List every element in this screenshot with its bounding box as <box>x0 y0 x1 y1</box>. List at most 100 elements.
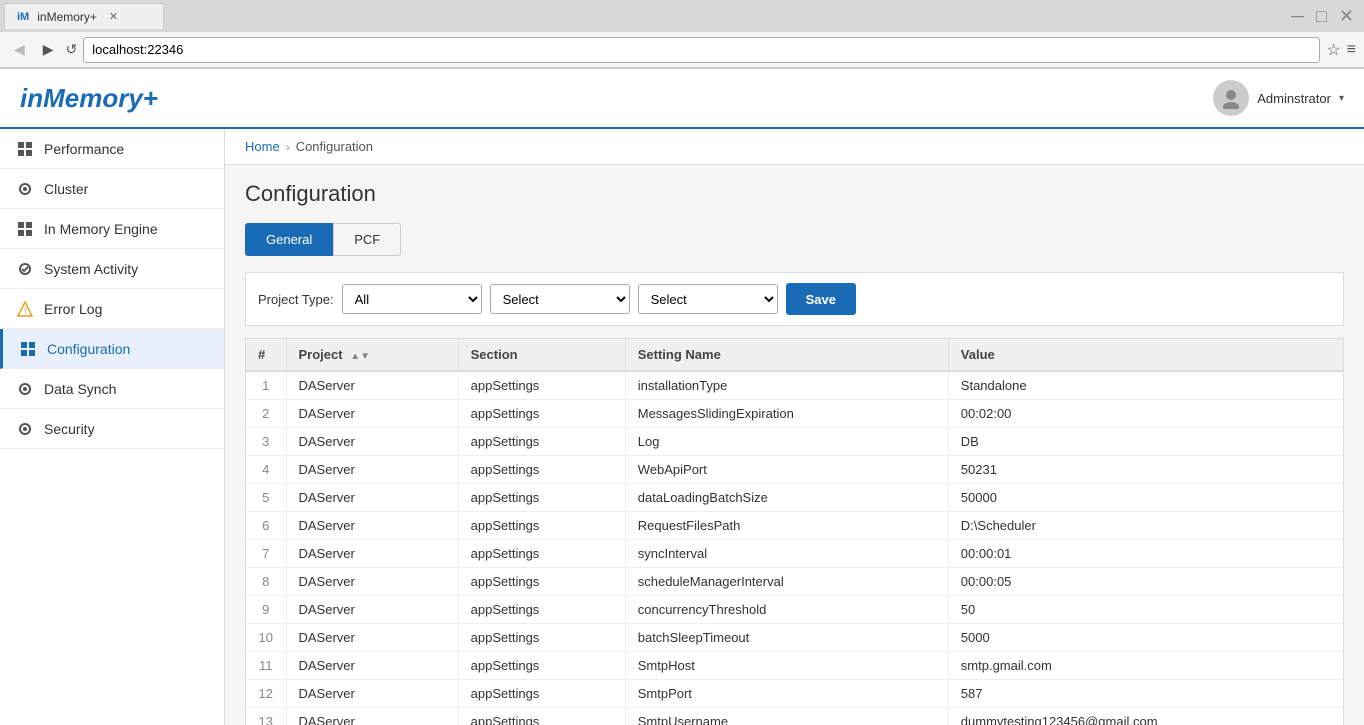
cell-value: 00:00:01 <box>948 540 1343 568</box>
cell-section: appSettings <box>458 456 625 484</box>
configuration-table[interactable]: # Project ▲▼ Section Setting Name Value … <box>245 338 1344 725</box>
select-filter-2[interactable]: Select <box>638 284 778 314</box>
cell-project: DAServer <box>286 596 458 624</box>
table-row[interactable]: 6 DAServer appSettings RequestFilesPath … <box>246 512 1343 540</box>
user-dropdown-arrow[interactable]: ▾ <box>1339 93 1344 104</box>
cell-setting-name: batchSleepTimeout <box>625 624 948 652</box>
table-row[interactable]: 4 DAServer appSettings WebApiPort 50231 <box>246 456 1343 484</box>
cell-section: appSettings <box>458 400 625 428</box>
cell-project: DAServer <box>286 680 458 708</box>
cell-section: appSettings <box>458 708 625 725</box>
cell-setting-name: RequestFilesPath <box>625 512 948 540</box>
app-logo: inMemory+ <box>20 83 158 114</box>
minimize-btn[interactable]: ─ <box>1285 6 1310 27</box>
cell-value: 5000 <box>948 624 1343 652</box>
cell-value: 00:00:05 <box>948 568 1343 596</box>
sidebar-item-cluster[interactable]: Cluster <box>0 169 224 209</box>
back-btn[interactable]: ◀ <box>8 39 31 60</box>
sidebar-item-data-synch[interactable]: Data Synch <box>0 369 224 409</box>
error-log-icon: ! <box>16 300 34 318</box>
browser-tab[interactable]: iM inMemory+ ✕ <box>4 3 164 29</box>
refresh-btn[interactable]: ↺ <box>66 41 78 58</box>
svg-text:!: ! <box>24 306 27 316</box>
cell-section: appSettings <box>458 624 625 652</box>
cell-num: 10 <box>246 624 286 652</box>
user-section: Adminstrator ▾ <box>1213 80 1344 116</box>
forward-btn[interactable]: ▶ <box>37 39 60 60</box>
col-project[interactable]: Project ▲▼ <box>286 339 458 371</box>
table-row[interactable]: 8 DAServer appSettings scheduleManagerIn… <box>246 568 1343 596</box>
tabs: General PCF <box>245 223 1344 256</box>
sidebar-item-label: Security <box>44 421 95 437</box>
table-row[interactable]: 2 DAServer appSettings MessagesSlidingEx… <box>246 400 1343 428</box>
page-content: Configuration General PCF Project Type: … <box>225 165 1364 725</box>
cell-value: 50231 <box>948 456 1343 484</box>
col-num: # <box>246 339 286 371</box>
tab-pcf[interactable]: PCF <box>333 223 401 256</box>
sidebar-item-performance[interactable]: Performance <box>0 129 224 169</box>
project-type-label: Project Type: <box>258 292 334 307</box>
sidebar-item-error-log[interactable]: ! Error Log <box>0 289 224 329</box>
cell-setting-name: scheduleManagerInterval <box>625 568 948 596</box>
table-row[interactable]: 11 DAServer appSettings SmtpHost smtp.gm… <box>246 652 1343 680</box>
browser-menu-btn[interactable]: ≡ <box>1347 41 1356 59</box>
data-synch-icon <box>16 380 34 398</box>
cell-project: DAServer <box>286 456 458 484</box>
close-window-btn[interactable]: ✕ <box>1333 6 1360 27</box>
cell-project: DAServer <box>286 708 458 725</box>
cell-num: 2 <box>246 400 286 428</box>
cell-section: appSettings <box>458 596 625 624</box>
user-name-label: Adminstrator <box>1257 91 1331 106</box>
cell-value: Standalone <box>948 371 1343 400</box>
tab-bar: iM inMemory+ ✕ ─ □ ✕ <box>0 0 1364 32</box>
cell-setting-name: dataLoadingBatchSize <box>625 484 948 512</box>
tab-title: inMemory+ <box>37 10 97 24</box>
address-bar[interactable] <box>83 37 1320 63</box>
col-value: Value <box>948 339 1343 371</box>
breadcrumb-current: Configuration <box>296 139 373 154</box>
breadcrumb-home[interactable]: Home <box>245 139 280 154</box>
cell-section: appSettings <box>458 512 625 540</box>
sidebar-item-in-memory-engine[interactable]: In Memory Engine <box>0 209 224 249</box>
save-button[interactable]: Save <box>786 283 856 315</box>
cell-section: appSettings <box>458 484 625 512</box>
avatar <box>1213 80 1249 116</box>
cell-section: appSettings <box>458 568 625 596</box>
cell-setting-name: SmtpPort <box>625 680 948 708</box>
page-title: Configuration <box>245 181 1344 207</box>
content-area: Home › Configuration Configuration Gener… <box>225 129 1364 725</box>
table-row[interactable]: 10 DAServer appSettings batchSleepTimeou… <box>246 624 1343 652</box>
browser-chrome: iM inMemory+ ✕ ─ □ ✕ ◀ ▶ ↺ ☆ ≡ <box>0 0 1364 69</box>
cell-section: appSettings <box>458 540 625 568</box>
cell-num: 1 <box>246 371 286 400</box>
tab-general[interactable]: General <box>245 223 333 256</box>
sidebar-item-configuration[interactable]: Configuration <box>0 329 224 369</box>
tab-close-btn[interactable]: ✕ <box>109 10 118 23</box>
cell-setting-name: concurrencyThreshold <box>625 596 948 624</box>
cell-num: 3 <box>246 428 286 456</box>
sidebar: Performance Cluster In Memory Engine Sys… <box>0 129 225 725</box>
table-row[interactable]: 5 DAServer appSettings dataLoadingBatchS… <box>246 484 1343 512</box>
table-row[interactable]: 7 DAServer appSettings syncInterval 00:0… <box>246 540 1343 568</box>
cell-section: appSettings <box>458 371 625 400</box>
cell-project: DAServer <box>286 652 458 680</box>
bookmark-btn[interactable]: ☆ <box>1326 40 1340 60</box>
project-type-select[interactable]: All <box>342 284 482 314</box>
sidebar-item-system-activity[interactable]: System Activity <box>0 249 224 289</box>
table-row[interactable]: 1 DAServer appSettings installationType … <box>246 371 1343 400</box>
col-setting-name: Setting Name <box>625 339 948 371</box>
cell-section: appSettings <box>458 428 625 456</box>
table-row[interactable]: 9 DAServer appSettings concurrencyThresh… <box>246 596 1343 624</box>
sidebar-item-label: System Activity <box>44 261 138 277</box>
main-layout: Performance Cluster In Memory Engine Sys… <box>0 129 1364 725</box>
table-row[interactable]: 3 DAServer appSettings Log DB <box>246 428 1343 456</box>
maximize-btn[interactable]: □ <box>1310 6 1333 27</box>
select-filter-1[interactable]: Select <box>490 284 630 314</box>
table-row[interactable]: 12 DAServer appSettings SmtpPort 587 <box>246 680 1343 708</box>
filter-row: Project Type: All Select Select Save <box>245 272 1344 326</box>
sidebar-item-security[interactable]: Security <box>0 409 224 449</box>
cell-project: DAServer <box>286 371 458 400</box>
table-row[interactable]: 13 DAServer appSettings SmtpUsername dum… <box>246 708 1343 725</box>
cell-num: 8 <box>246 568 286 596</box>
sidebar-item-label: Data Synch <box>44 381 116 397</box>
